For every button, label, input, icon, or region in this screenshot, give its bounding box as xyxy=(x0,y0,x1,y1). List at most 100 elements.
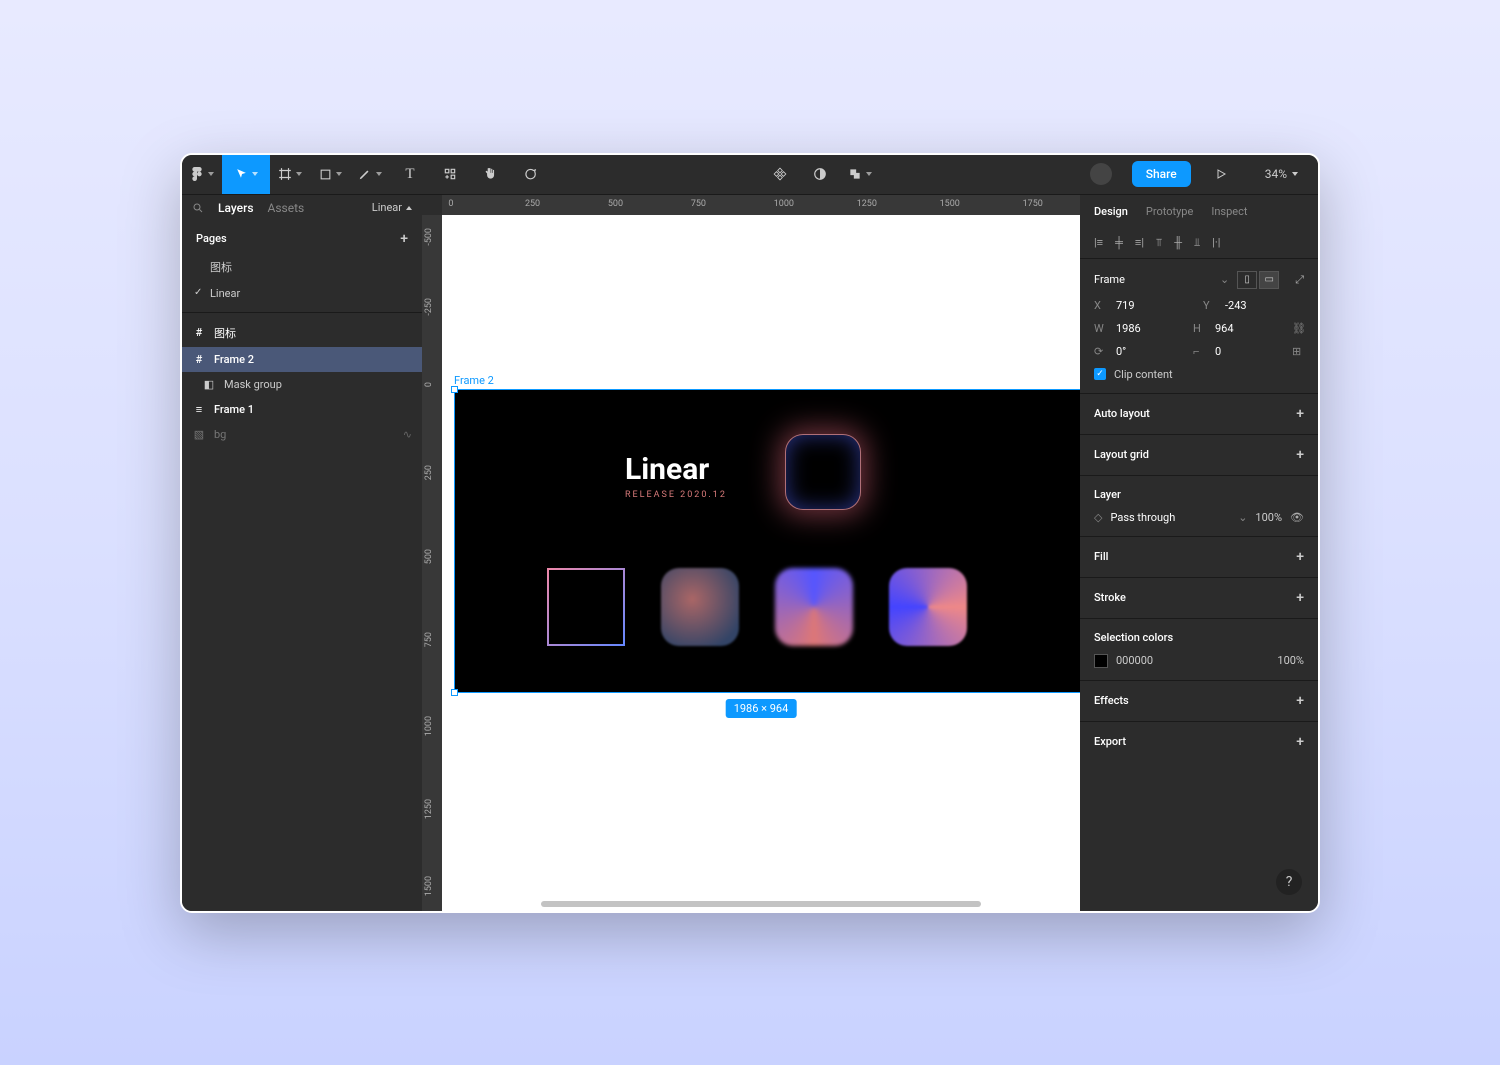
layer-item-frame2[interactable]: # Frame 2 xyxy=(182,347,422,372)
plugins-icon xyxy=(443,167,457,181)
hidden-indicator-icon: ∿ xyxy=(403,428,412,441)
layers-tab[interactable]: Layers xyxy=(218,201,254,215)
add-page-button[interactable]: + xyxy=(400,231,408,247)
comment-tool-button[interactable] xyxy=(510,154,550,194)
mask-icon: ◧ xyxy=(202,378,216,391)
layer-item-frame1[interactable]: ≡ Frame 1 xyxy=(182,397,422,422)
opacity-input[interactable]: 100% xyxy=(1255,511,1282,524)
frame-tool-button[interactable] xyxy=(270,154,310,194)
assets-tab[interactable]: Assets xyxy=(268,201,305,215)
help-button[interactable]: ? xyxy=(1276,869,1302,895)
alignment-controls: |≡ ╪ ≡| ⫪ ╫ ⫫ |·| xyxy=(1080,228,1318,259)
prototype-tab[interactable]: Prototype xyxy=(1146,205,1193,218)
add-export-button[interactable]: + xyxy=(1296,734,1304,750)
stroke-header: Stroke xyxy=(1094,591,1126,604)
cursor-icon xyxy=(235,168,248,181)
align-bottom-icon[interactable]: ⫫ xyxy=(1194,236,1200,250)
fit-icon[interactable]: ⤢ xyxy=(1295,273,1304,287)
radius-icon: ⌐ xyxy=(1193,345,1207,358)
export-header: Export xyxy=(1094,735,1126,748)
artwork-icon xyxy=(785,434,861,510)
page-item[interactable]: 图标 xyxy=(182,253,422,281)
frame-name-label[interactable]: Frame 2 xyxy=(454,374,494,387)
auto-layout-header: Auto layout xyxy=(1094,407,1150,420)
selection-colors-header: Selection colors xyxy=(1094,631,1173,644)
hand-tool-button[interactable] xyxy=(470,154,510,194)
pen-icon xyxy=(358,167,372,181)
search-icon[interactable] xyxy=(192,202,204,214)
distribute-icon[interactable]: |·| xyxy=(1212,236,1220,250)
radius-input[interactable]: 0 xyxy=(1215,345,1284,358)
resize-handle[interactable] xyxy=(451,386,458,393)
selected-frame[interactable]: Linear RELEASE 2020.12 xyxy=(454,389,1080,693)
text-tool-button[interactable]: T xyxy=(390,154,430,194)
pen-tool-button[interactable] xyxy=(350,154,390,194)
add-effect-button[interactable]: + xyxy=(1296,693,1304,709)
align-vcenter-icon[interactable]: ╫ xyxy=(1174,236,1182,250)
add-auto-layout-button[interactable]: + xyxy=(1296,406,1304,422)
autolayout-icon: ≡ xyxy=(192,403,206,416)
top-toolbar: T Share xyxy=(182,155,1318,195)
frame-icon: # xyxy=(192,326,206,339)
resources-button[interactable] xyxy=(430,154,470,194)
frame-type-dropdown[interactable]: Frame xyxy=(1094,273,1212,286)
image-icon: ▧ xyxy=(192,428,206,441)
boolean-button[interactable] xyxy=(840,154,880,194)
independent-corners-icon[interactable]: ⊞ xyxy=(1292,345,1304,358)
canvas[interactable]: 964 Frame 2 Linear RELEASE 2020.12 xyxy=(442,215,1080,911)
clip-content-checkbox[interactable]: ✓ xyxy=(1094,368,1106,380)
components-button[interactable] xyxy=(760,154,800,194)
align-top-icon[interactable]: ⫪ xyxy=(1156,236,1162,250)
rectangle-icon xyxy=(319,168,332,181)
rotation-input[interactable]: 0° xyxy=(1116,345,1185,358)
align-hcenter-icon[interactable]: ╪ xyxy=(1115,236,1123,250)
y-input[interactable]: -243 xyxy=(1225,299,1304,312)
color-hex[interactable]: 000000 xyxy=(1116,654,1153,667)
constrain-icon[interactable]: ⛓ xyxy=(1292,322,1304,335)
add-layout-grid-button[interactable]: + xyxy=(1296,447,1304,463)
visibility-toggle-icon[interactable]: 👁 xyxy=(1290,511,1304,524)
resize-handle[interactable] xyxy=(451,689,458,696)
shape-tool-button[interactable] xyxy=(310,154,350,194)
layer-label: Mask group xyxy=(224,378,282,391)
text-icon: T xyxy=(405,166,414,183)
layer-label: Frame 1 xyxy=(214,403,254,416)
layout-grid-header: Layout grid xyxy=(1094,448,1149,461)
effects-header: Effects xyxy=(1094,694,1129,707)
layer-item-bg[interactable]: ▧ bg ∿ xyxy=(182,422,422,447)
user-avatar[interactable] xyxy=(1090,163,1112,185)
file-name-dropdown[interactable]: Linear xyxy=(372,201,412,214)
inspect-tab[interactable]: Inspect xyxy=(1211,205,1247,218)
add-fill-button[interactable]: + xyxy=(1296,549,1304,565)
figma-window: T Share xyxy=(180,153,1320,913)
align-left-icon[interactable]: |≡ xyxy=(1094,236,1103,250)
color-opacity[interactable]: 100% xyxy=(1277,654,1304,667)
design-tab[interactable]: Design xyxy=(1094,205,1128,218)
align-right-icon[interactable]: ≡| xyxy=(1135,236,1144,250)
present-button[interactable] xyxy=(1201,154,1241,194)
w-input[interactable]: 1986 xyxy=(1116,322,1185,335)
add-stroke-button[interactable]: + xyxy=(1296,590,1304,606)
artwork-icon xyxy=(775,568,853,646)
share-button[interactable]: Share xyxy=(1132,161,1191,187)
pages-header: Pages xyxy=(196,232,227,245)
resize-fill-button[interactable]: ▭ xyxy=(1259,271,1279,289)
move-tool-button[interactable] xyxy=(222,154,270,194)
horizontal-scrollbar[interactable] xyxy=(541,901,981,907)
main-menu-button[interactable] xyxy=(182,154,222,194)
selection-size-badge: 1986 × 964 xyxy=(726,699,797,718)
color-swatch[interactable] xyxy=(1094,654,1108,668)
clip-content-label: Clip content xyxy=(1114,368,1173,381)
left-panel: Layers Assets Linear Pages + 图标 Linear #… xyxy=(182,195,422,911)
resize-fixed-button[interactable]: ▯ xyxy=(1237,271,1257,289)
layer-item-icons[interactable]: # 图标 xyxy=(182,319,422,347)
page-item[interactable]: Linear xyxy=(182,281,422,306)
mask-button[interactable] xyxy=(800,154,840,194)
h-input[interactable]: 964 xyxy=(1215,322,1284,335)
layer-item-mask-group[interactable]: ◧ Mask group xyxy=(182,372,422,397)
frame-icon xyxy=(278,167,292,181)
layer-label: Frame 2 xyxy=(214,353,254,366)
zoom-dropdown[interactable]: 34% xyxy=(1251,167,1312,181)
x-input[interactable]: 719 xyxy=(1116,299,1195,312)
blend-mode-dropdown[interactable]: Pass through xyxy=(1110,511,1230,524)
